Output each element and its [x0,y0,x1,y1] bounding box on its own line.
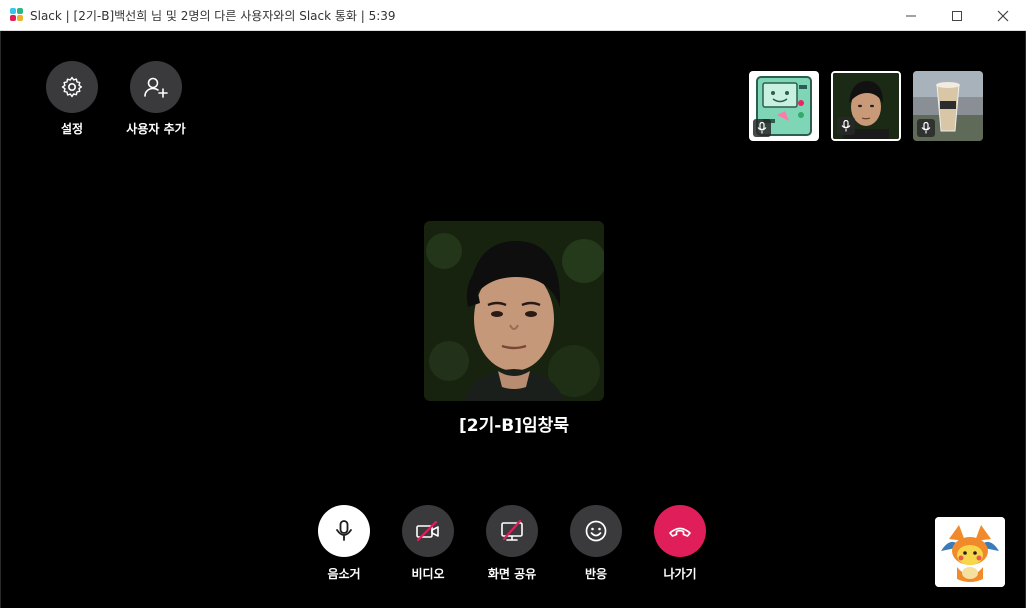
mic-icon [336,520,352,541]
video-label: 비디오 [411,567,445,581]
add-user-button[interactable]: 사용자 추가 [121,61,191,137]
window-title-bar: Slack | [2기-B]백선희 님 및 2명의 다른 사용자와의 Slack… [0,0,1026,31]
screen-share-label: 화면 공유 [487,567,537,581]
mic-icon [921,122,931,134]
minimize-icon [906,15,916,16]
hang-up-icon [669,527,691,537]
minimize-button[interactable] [888,0,934,31]
participant-mic-indicator [753,119,771,137]
screen-share-button[interactable]: 화면 공유 [472,505,552,582]
video-circle[interactable] [402,505,454,557]
leave-call-label: 나가기 [663,567,697,581]
participant-thumbnail-2[interactable] [831,71,901,141]
close-button[interactable] [980,0,1026,31]
active-speaker-name: [2기-B]임창묵 [459,416,569,436]
participant-thumbnail-3[interactable] [913,71,983,141]
mic-icon [757,122,767,134]
call-window: 설정 사용자 추가 [2기-B]임창묵 음소거 비디오 화면 공유 반응 나가기 [0,31,1026,608]
add-user-icon [144,77,168,98]
video-off-icon [416,520,439,542]
mic-icon [841,120,851,132]
person-photo-large [424,221,604,401]
settings-circle[interactable] [46,61,98,113]
smile-icon [585,520,607,542]
mute-circle[interactable] [318,505,370,557]
close-icon [997,10,1009,21]
add-user-circle[interactable] [130,61,182,113]
participant-mic-indicator [917,119,935,137]
screen-share-off-icon [501,519,523,541]
self-view-thumbnail[interactable] [935,517,1005,587]
mute-button[interactable]: 음소거 [304,505,384,582]
settings-button[interactable]: 설정 [37,61,107,137]
active-speaker-avatar [424,221,604,401]
slack-logo-icon [10,8,24,22]
participant-mic-indicator [837,117,855,135]
window-title: Slack | [2기-B]백선희 님 및 2명의 다른 사용자와의 Slack… [30,8,396,23]
reaction-button[interactable]: 반응 [556,505,636,582]
mute-label: 음소거 [327,567,361,581]
reaction-label: 반응 [584,567,608,581]
reaction-circle[interactable] [570,505,622,557]
maximize-button[interactable] [934,0,980,31]
leave-call-button[interactable]: 나가기 [640,505,720,582]
participant-thumbnail-1[interactable] [749,71,819,141]
add-user-label: 사용자 추가 [126,122,186,136]
pikachu-avatar [935,517,1005,587]
screen-share-circle[interactable] [486,505,538,557]
maximize-icon [952,10,962,21]
leave-call-circle[interactable] [654,505,706,557]
settings-label: 설정 [60,122,84,136]
gear-icon [61,76,83,98]
video-button[interactable]: 비디오 [388,505,468,582]
